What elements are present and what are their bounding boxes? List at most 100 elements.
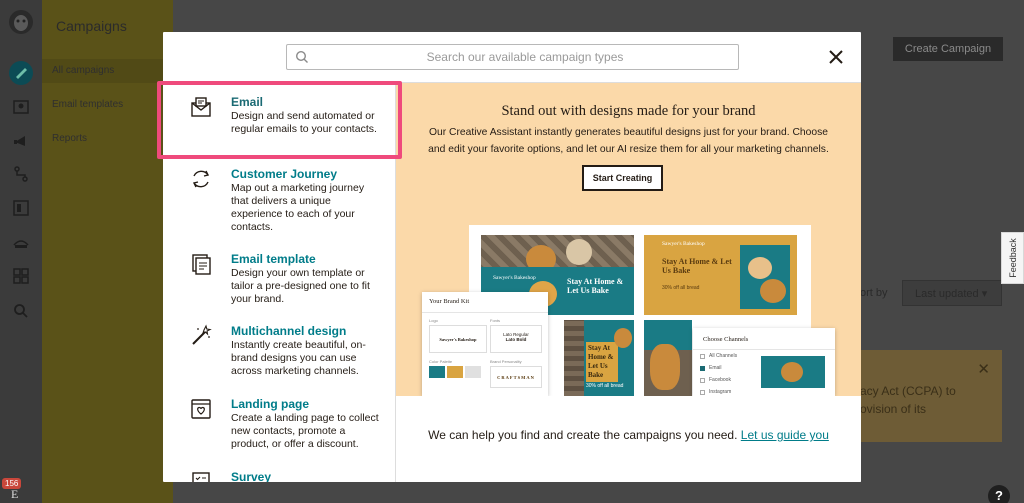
channel-label: Facebook: [709, 377, 731, 383]
create-icon[interactable]: [8, 60, 34, 86]
type-desc-multichannel-design: Instantly create beautiful, on-brand des…: [231, 339, 366, 377]
type-item-survey[interactable]: Survey: [163, 470, 395, 482]
channels-title: Choose Channels: [703, 336, 749, 343]
create-campaign-button[interactable]: Create Campaign: [893, 37, 1003, 61]
start-creating-button[interactable]: Start Creating: [582, 165, 663, 191]
font-bold: Lato Bold: [505, 337, 527, 342]
channel-label: Instagram: [709, 389, 732, 395]
type-item-email-template[interactable]: Email template Design your own template …: [163, 252, 395, 312]
type-title-survey: Survey: [231, 470, 272, 482]
nav-item-reports[interactable]: Reports: [42, 127, 173, 151]
brand-kit-personality-label: Brand Personality: [490, 359, 522, 364]
type-item-multichannel-design[interactable]: Multichannel design Instantly create bea…: [163, 324, 395, 384]
guide-link[interactable]: Let us guide you: [741, 428, 829, 442]
card1-headline: Stay At Home & Let Us Bake: [567, 277, 624, 295]
type-desc-customer-journey: Map out a marketing journey that deliver…: [231, 182, 365, 233]
channel-preview: [761, 356, 825, 388]
channel-row: Instagram: [700, 389, 731, 395]
type-item-customer-journey[interactable]: Customer Journey Map out a marketing jou…: [163, 167, 395, 237]
swatch-teal: [429, 366, 445, 378]
channel-label: All Channels: [709, 353, 738, 359]
card2-headline: Stay At Home & Let Us Bake: [662, 257, 732, 275]
channel-row: Email: [700, 365, 722, 371]
nav-title: Campaigns: [56, 18, 127, 34]
card2-offer: 30% off all bread: [662, 285, 700, 291]
template-icon: [189, 252, 213, 276]
brand-kit-logo: Sawyer's Bakeshop: [429, 325, 487, 353]
brand-kit-fonts-label: Fonts: [490, 318, 501, 323]
brand-kit-fonts: Lato Regular Lato Bold: [490, 325, 542, 353]
type-item-email[interactable]: Email Design and send automated or regul…: [163, 95, 395, 155]
checkbox-icon: [700, 389, 705, 395]
swatch-gold: [447, 366, 463, 378]
card3-headline: Stay At Home & Let Us Bake: [586, 342, 618, 382]
chevron-down-icon: ▾: [981, 288, 988, 300]
help-button[interactable]: ?: [988, 485, 1010, 503]
swatch-gray: [465, 366, 481, 378]
automations-icon[interactable]: [9, 162, 33, 186]
type-desc-landing-page: Create a landing page to collect new con…: [231, 412, 379, 450]
creative-assistant-promo: Stand out with designs made for your bra…: [396, 83, 861, 396]
search-icon: [295, 50, 309, 69]
sort-select[interactable]: Last updated ▾: [902, 280, 1002, 306]
brand-kit-personality: CRAFTSMAN: [490, 366, 542, 388]
card3-offer: 30% off all bread: [586, 383, 624, 389]
magic-wand-icon: [189, 324, 213, 348]
brand-kit-card: Your Brand Kit Logo Fonts Sawyer's Bakes…: [422, 292, 548, 396]
type-title-customer-journey: Customer Journey: [231, 167, 338, 181]
journey-icon: [189, 167, 213, 191]
integrations-icon[interactable]: [9, 264, 33, 288]
type-title-multichannel-design: Multichannel design: [231, 324, 347, 338]
guide-area: We can help you find and create the camp…: [396, 396, 861, 482]
brand-kit-palette-label: Color Palette: [429, 359, 453, 364]
close-icon[interactable]: ✕: [977, 360, 990, 378]
guide-text: We can help you find and create the camp…: [428, 428, 738, 442]
banner-text-line2: ovision of its: [860, 402, 927, 416]
checkbox-icon: [700, 353, 705, 359]
account-initial[interactable]: E: [11, 487, 18, 502]
email-icon: [189, 95, 213, 119]
close-icon[interactable]: [827, 48, 845, 66]
campaigns-icon[interactable]: [9, 128, 33, 152]
channel-row: Facebook: [700, 377, 731, 383]
type-title-landing-page: Landing page: [231, 397, 309, 411]
feedback-tab[interactable]: Feedback: [1001, 232, 1024, 284]
card1-brand: Sawyer's Bakeshop: [493, 275, 536, 281]
guide-text-line: We can help you find and create the camp…: [396, 428, 861, 442]
nav-item-email-templates[interactable]: Email templates: [42, 93, 173, 117]
icon-rail: 156 E: [0, 0, 42, 503]
mailchimp-logo-icon[interactable]: [7, 8, 35, 36]
search-input[interactable]: [315, 45, 735, 69]
website-icon[interactable]: [9, 196, 33, 220]
design-card-3: Stay At Home & Let Us Bake 30% off all b…: [564, 320, 634, 396]
type-desc-email-template: Design your own template or tailor a pre…: [231, 267, 370, 305]
checkbox-checked-icon: [700, 365, 705, 371]
nav-item-all-campaigns[interactable]: All campaigns: [42, 59, 173, 83]
design-card-4: [644, 320, 692, 396]
promo-title: Stand out with designs made for your bra…: [501, 103, 756, 119]
modal-header: [163, 32, 861, 83]
type-title-email-template: Email template: [231, 252, 316, 266]
card2-brand: Sawyer's Bakeshop: [662, 241, 705, 247]
brand-kit-title: Your Brand Kit: [429, 298, 470, 305]
type-item-landing-page[interactable]: Landing page Create a landing page to co…: [163, 397, 395, 457]
audience-icon[interactable]: [9, 95, 33, 119]
brand-kit-logo-label: Logo: [429, 318, 438, 323]
sort-label: ort by: [860, 287, 888, 299]
design-card-2: Sawyer's Bakeshop Stay At Home & Let Us …: [644, 235, 797, 315]
feedback-label: Feedback: [1007, 238, 1018, 278]
banner-text-line1: acy Act (CCPA) to: [860, 384, 956, 398]
campaigns-nav-panel: Campaigns All campaigns Email templates …: [42, 0, 173, 503]
landing-page-icon: [189, 397, 213, 421]
content-studio-icon[interactable]: [9, 230, 33, 254]
search-icon[interactable]: [9, 299, 33, 323]
privacy-banner: ✕ acy Act (CCPA) to ovision of its: [860, 350, 1002, 442]
sort-value: Last updated: [915, 288, 979, 300]
promo-text: Our Creative Assistant instantly generat…: [428, 127, 829, 155]
channel-label: Email: [709, 365, 722, 371]
campaign-type-modal: Email Design and send automated or regul…: [163, 32, 861, 482]
survey-icon: [189, 470, 213, 482]
search-box[interactable]: [286, 44, 739, 70]
choose-channels-card: Choose Channels All Channels Email Faceb…: [693, 328, 835, 396]
type-desc-email: Design and send automated or regular ema…: [231, 110, 377, 135]
